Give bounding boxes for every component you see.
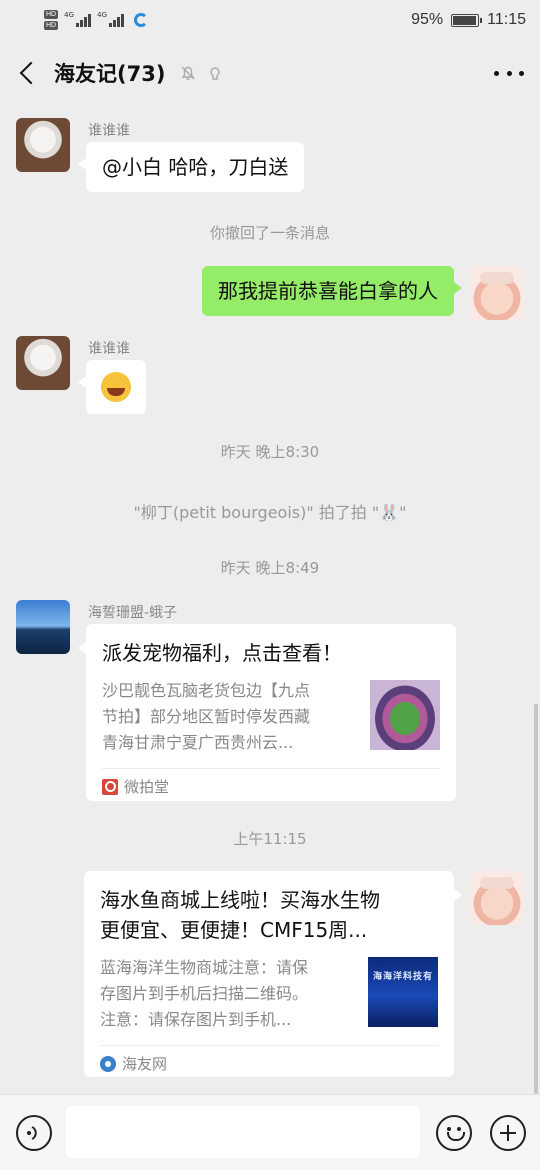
- card-desc-line: 存图片到手机后扫描二维码。: [100, 984, 309, 1003]
- status-left-icons: HD HD 4G 4G: [44, 10, 149, 30]
- my-avatar[interactable]: [470, 871, 524, 925]
- card-title-line: 海水鱼商城上线啦！买海水生物: [100, 888, 380, 912]
- plus-icon[interactable]: [490, 1115, 526, 1151]
- chat-header: 海友记(73): [0, 40, 540, 106]
- more-dots-icon[interactable]: [494, 60, 524, 86]
- avatar[interactable]: [16, 336, 70, 390]
- timestamp: 上午11:15: [233, 830, 307, 848]
- card-description: 蓝海海洋生物商城注意：请保 存图片到手机后扫描二维码。 注意：请保存图片到手机.…: [100, 955, 352, 1033]
- sender-name: 谁谁谁: [88, 341, 130, 357]
- status-bar: HD HD 4G 4G 95% 11:15: [0, 0, 540, 40]
- timestamp: 昨天 晚上8:30: [220, 443, 320, 461]
- avatar[interactable]: [16, 118, 70, 172]
- message-bubble[interactable]: @小白 哈哈，刀白送: [77, 142, 305, 192]
- avatar[interactable]: [16, 600, 70, 654]
- bell-off-icon: [181, 66, 195, 80]
- link-card[interactable]: 海水鱼商城上线啦！买海水生物 更便宜、更便捷！CMF15周... 蓝海海洋生物商…: [84, 871, 462, 1077]
- network-type: 4G: [64, 11, 75, 19]
- system-message: 你撤回了一条消息: [209, 224, 330, 242]
- battery-fill: [453, 15, 476, 25]
- scrollbar[interactable]: [534, 704, 538, 1094]
- network-type: 4G: [97, 11, 108, 19]
- chat-title: 海友记(73): [54, 62, 166, 86]
- status-right: 95% 11:15: [411, 11, 526, 29]
- clock: 11:15: [487, 11, 526, 28]
- my-avatar[interactable]: [470, 266, 524, 320]
- sender-name: 海誓珊盟-蛾子: [88, 605, 178, 621]
- card-thumbnail: [370, 680, 440, 750]
- weipaitang-logo-icon: [102, 778, 118, 795]
- chevron-left-icon[interactable]: [16, 60, 42, 86]
- card-source-name: 海友网: [122, 1055, 168, 1073]
- sender-name: 谁谁谁: [88, 123, 130, 139]
- battery-percent: 95%: [411, 11, 444, 28]
- pat-notice: "柳丁(petit bourgeois)" 拍了拍 "🐰": [133, 503, 407, 522]
- card-title: 海水鱼商城上线啦！买海水生物 更便宜、更便捷！CMF15周...: [100, 885, 438, 945]
- card-divider: [102, 768, 440, 769]
- laughing-crying-emoji-icon: [101, 372, 131, 402]
- input-bar: [0, 1094, 540, 1170]
- hd-icon: HD: [44, 10, 59, 19]
- card-desc-line: 青海甘肃宁夏广西贵州云...: [102, 733, 294, 752]
- signal-icon: 4G: [64, 11, 92, 27]
- link-card[interactable]: 派发宠物福利，点击查看！ 沙巴靓色瓦脑老货包边【九点 节拍】部分地区暂时停发西藏…: [78, 624, 456, 801]
- battery-icon: [451, 13, 483, 27]
- card-divider: [100, 1045, 438, 1046]
- card-desc-line: 沙巴靓色瓦脑老货包边【九点: [102, 681, 311, 700]
- card-source-name: 微拍堂: [124, 778, 170, 796]
- thumbnail-text: 海海洋科技有: [372, 972, 433, 982]
- hd-icon: HD: [44, 21, 59, 30]
- voice-icon[interactable]: [16, 1115, 52, 1151]
- card-title: 派发宠物福利，点击查看！: [102, 641, 342, 665]
- card-thumbnail: 海海洋科技有: [368, 957, 438, 1027]
- message-list[interactable]: 谁谁谁 @小白 哈哈，刀白送 你撤回了一条消息 那我提前恭喜能白拿的人 谁谁谁 …: [0, 106, 540, 1094]
- card-desc-line: 节拍】部分地区暂时停发西藏: [102, 707, 311, 726]
- sync-icon: [134, 13, 149, 27]
- card-desc-line: 蓝海海洋生物商城注意：请保: [100, 958, 309, 977]
- card-source: 微拍堂: [102, 776, 169, 797]
- card-source: 海友网: [100, 1053, 167, 1074]
- smile-icon[interactable]: [436, 1115, 472, 1151]
- haiyouwang-logo-icon: [100, 1055, 116, 1072]
- card-description: 沙巴靓色瓦脑老货包边【九点 节拍】部分地区暂时停发西藏 青海甘肃宁夏广西贵州云.…: [102, 678, 354, 756]
- card-desc-line: 注意：请保存图片到手机...: [100, 1010, 292, 1029]
- timestamp: 昨天 晚上8:49: [220, 559, 320, 577]
- my-message-bubble[interactable]: 那我提前恭喜能白拿的人: [202, 266, 462, 316]
- chat-status-icons: [179, 64, 223, 82]
- emoji-message-bubble[interactable]: [78, 360, 146, 414]
- signal-icon: 4G: [97, 11, 125, 27]
- message-input[interactable]: [66, 1106, 420, 1158]
- earmark-icon: [210, 67, 221, 80]
- card-title-line: 更便宜、更便捷！CMF15周...: [100, 918, 368, 942]
- hd-icons: HD HD: [44, 10, 59, 30]
